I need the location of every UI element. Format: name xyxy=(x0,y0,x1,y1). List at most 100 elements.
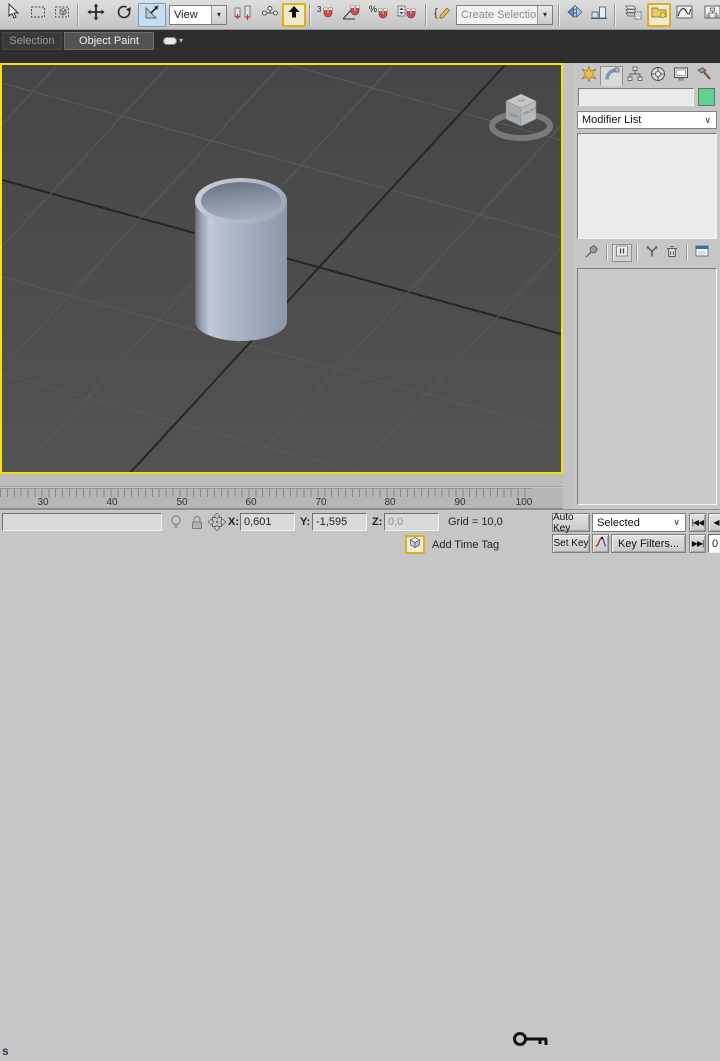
go-to-end-icon: ▶▶| xyxy=(692,539,703,548)
motion-panel-tab[interactable] xyxy=(646,66,669,86)
select-and-manipulate-button[interactable] xyxy=(258,3,282,27)
time-slider-track[interactable] xyxy=(0,474,574,487)
dashed-rectangle-icon xyxy=(29,3,47,26)
motion-wheel-icon xyxy=(650,66,666,87)
set-key-button[interactable]: Set Key xyxy=(552,534,590,553)
selection-region-button[interactable] xyxy=(26,3,50,27)
show-end-result-button[interactable] xyxy=(612,244,632,262)
modify-panel-tab[interactable] xyxy=(600,66,623,86)
snap-3d-magnet-icon: 3 xyxy=(316,3,336,26)
previous-frame-button[interactable]: ◀ xyxy=(708,513,720,532)
schematic-view-button[interactable] xyxy=(699,3,720,27)
go-to-start-button[interactable]: |◀◀ xyxy=(689,513,706,532)
select-and-scale-button[interactable] xyxy=(138,3,166,27)
coord-system-value: View xyxy=(174,9,198,21)
align-button[interactable] xyxy=(587,3,611,27)
selected-object-mode-button[interactable] xyxy=(405,535,425,554)
up-arrow-key-icon xyxy=(285,3,303,26)
modifier-stack-list[interactable] xyxy=(577,133,717,239)
y-coordinate-field[interactable]: -1,595 xyxy=(312,513,367,531)
chevron-down-icon: ∨ xyxy=(704,115,711,126)
x-coordinate-field[interactable]: 0,601 xyxy=(240,513,295,531)
hierarchy-panel-tab[interactable] xyxy=(623,66,646,86)
absolute-offset-mode-toggle[interactable] xyxy=(208,513,226,536)
current-frame-field[interactable]: 0 xyxy=(708,534,720,553)
object-name-field[interactable] xyxy=(578,88,694,106)
named-selection-set-combo[interactable]: Create Selection Se ▾ xyxy=(456,5,553,25)
command-panel-tabs xyxy=(577,66,717,86)
isolate-selection-button[interactable] xyxy=(168,513,184,536)
use-pivot-point-center-button[interactable] xyxy=(230,3,258,27)
create-panel-tab[interactable] xyxy=(577,66,600,86)
track-bar[interactable]: 30 40 50 60 70 80 90 100 xyxy=(0,488,574,509)
dropdown-arrow-icon[interactable]: ▾ xyxy=(211,6,226,24)
utilities-hammer-icon xyxy=(696,66,712,87)
stack-toolbar-separator xyxy=(636,245,638,261)
default-tangent-button[interactable] xyxy=(592,534,609,553)
angle-snap-toggle-button[interactable] xyxy=(338,3,366,27)
scale-icon xyxy=(143,3,161,26)
keyboard-shortcut-override-toggle[interactable] xyxy=(282,3,306,27)
curve-editor-icon xyxy=(675,3,695,26)
percent-snap-toggle-button[interactable]: % xyxy=(366,3,394,27)
make-unique-button[interactable] xyxy=(642,244,662,262)
svg-text:%: % xyxy=(369,4,377,14)
status-bar: X: 0,601 Y: -1,595 Z: 0,0 Grid = 10,0 s … xyxy=(0,509,720,553)
svg-text:{: { xyxy=(434,7,438,19)
perspective-viewport[interactable]: TOP LEFT FRONT xyxy=(0,63,563,474)
key-filters-button[interactable]: Key Filters... xyxy=(611,534,686,553)
z-coordinate-field[interactable]: 0,0 xyxy=(384,513,439,531)
track-bar-label: 90 xyxy=(454,497,465,508)
add-time-tag[interactable]: Add Time Tag xyxy=(432,535,499,554)
selection-lock-toggle[interactable] xyxy=(189,513,205,536)
display-monitor-icon xyxy=(673,66,689,87)
display-panel-tab[interactable] xyxy=(669,66,692,86)
manage-layers-button[interactable] xyxy=(619,3,647,27)
tab-object-paint-label: Object Paint xyxy=(79,35,139,47)
track-bar-ticks xyxy=(0,488,531,497)
make-unique-fork-icon xyxy=(644,243,660,264)
pin-stack-button[interactable] xyxy=(582,244,602,262)
modifier-stack-toolbar xyxy=(574,242,720,264)
reference-coordinate-system-dropdown[interactable]: View ▾ xyxy=(169,5,227,25)
main-toolbar: View ▾ 3 % xyxy=(0,0,720,30)
select-object-button[interactable] xyxy=(2,3,26,27)
auto-key-button[interactable]: Auto Key xyxy=(552,513,590,532)
previous-frame-icon: ◀ xyxy=(713,518,718,527)
object-color-swatch[interactable] xyxy=(698,88,715,106)
tab-object-paint[interactable]: Object Paint xyxy=(64,32,154,50)
tab-selection[interactable]: Selection xyxy=(2,32,62,50)
transform-gizmo-icon xyxy=(208,518,226,535)
cube-icon xyxy=(408,535,422,554)
toggle-scene-explorer-button[interactable] xyxy=(647,3,671,27)
status-prompt-field[interactable] xyxy=(2,513,162,531)
spinner-snap-toggle-button[interactable] xyxy=(394,3,422,27)
viewport-panel-divider[interactable] xyxy=(563,63,574,509)
toolbar-separator xyxy=(77,4,79,26)
utilities-panel-tab[interactable] xyxy=(692,66,715,86)
viewcube[interactable]: TOP LEFT FRONT xyxy=(488,88,554,142)
select-and-rotate-button[interactable] xyxy=(110,3,138,27)
angle-snap-magnet-icon xyxy=(341,3,363,26)
modifier-list-dropdown[interactable]: Modifier List ∨ xyxy=(577,111,717,129)
configure-modifier-sets-button[interactable] xyxy=(692,244,712,262)
trash-bin-icon xyxy=(664,243,680,264)
dropdown-arrow-icon[interactable]: ▾ xyxy=(537,6,552,24)
window-crossing-button[interactable] xyxy=(50,3,74,27)
remove-modifier-button[interactable] xyxy=(662,244,682,262)
toolbar-separator xyxy=(558,4,560,26)
go-to-end-button[interactable]: ▶▶| xyxy=(689,534,706,553)
edit-named-selection-sets-button[interactable]: { xyxy=(430,3,454,27)
select-and-move-button[interactable] xyxy=(82,3,110,27)
set-keys-button[interactable] xyxy=(512,1022,552,1060)
curve-editor-button[interactable] xyxy=(671,3,699,27)
rollout-scroll-area[interactable] xyxy=(577,268,717,505)
schematic-view-icon xyxy=(703,3,720,26)
minimize-ribbon-button[interactable]: ▾ xyxy=(158,34,188,48)
toolbar-separator xyxy=(614,4,616,26)
3dsmax-window: { "toolbar": { "reference_coord_system":… xyxy=(0,0,720,553)
maxscript-listener-text[interactable]: s xyxy=(2,1044,9,1058)
mirror-button[interactable] xyxy=(563,3,587,27)
snaps-toggle-3d-button[interactable]: 3 xyxy=(314,3,338,27)
key-filter-selection-dropdown[interactable]: Selected ∨ xyxy=(592,513,686,532)
